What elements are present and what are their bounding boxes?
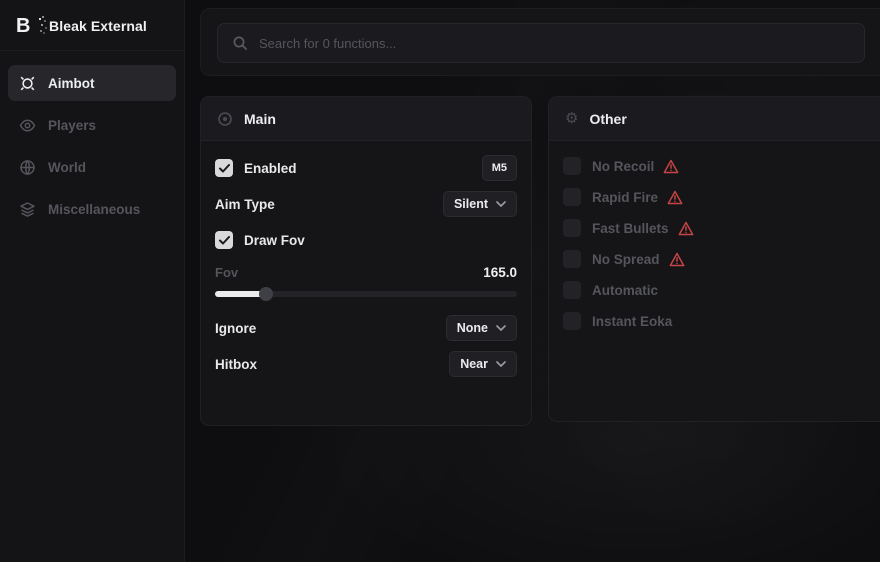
chevron-down-icon [496,361,506,367]
main-panel-body: Enabled M5 Aim Type Silent Draw Fov [201,141,531,397]
hitbox-value: Near [460,357,488,371]
layers-icon [19,201,36,218]
main-panel-title: Main [244,111,276,127]
hitbox-row: Hitbox Near [215,349,517,379]
chevron-down-icon [496,325,506,331]
sidebar-item-world[interactable]: World [8,149,176,185]
other-item-label: No Recoil [592,159,654,174]
crosshair-icon [19,75,36,92]
app-logo-icon: B [16,14,38,38]
fov-slider-thumb[interactable] [259,287,273,301]
eye-icon [19,117,36,134]
other-item-label: Automatic [592,283,658,298]
search-box[interactable] [217,23,865,63]
fov-value: 165.0 [483,265,517,280]
rapid-fire-checkbox[interactable] [563,188,581,206]
sidebar-item-label: Aimbot [48,76,95,91]
globe-icon [19,159,36,176]
warning-icon [667,190,683,205]
draw-fov-row: Draw Fov [215,225,517,255]
warning-icon [663,159,679,174]
search-icon [232,35,248,51]
other-panel-title: Other [589,111,626,127]
other-item-label: No Spread [592,252,660,267]
draw-fov-checkbox[interactable] [215,231,233,249]
no-recoil-checkbox[interactable] [563,157,581,175]
enabled-label: Enabled [244,161,297,176]
enabled-checkbox[interactable] [215,159,233,177]
ignore-dropdown[interactable]: None [446,315,517,341]
other-panel-header: ⚙ Other [549,97,880,141]
main-panel-header: Main [201,97,531,141]
sidebar-item-label: Players [48,118,96,133]
sidebar-item-players[interactable]: Players [8,107,176,143]
sidebar-nav: Aimbot Players World [0,50,184,227]
no-spread-checkbox[interactable] [563,250,581,268]
aim-type-value: Silent [454,197,488,211]
app-title: Bleak External [49,18,147,34]
ignore-row: Ignore None [215,313,517,343]
sidebar-item-miscellaneous[interactable]: Miscellaneous [8,191,176,227]
sidebar-item-aimbot[interactable]: Aimbot [8,65,176,101]
other-item: No Spread [563,246,880,272]
other-item-label: Rapid Fire [592,190,658,205]
other-item: Rapid Fire [563,184,880,210]
sidebar-item-label: Miscellaneous [48,202,140,217]
chevron-down-icon [496,201,506,207]
search-panel [200,8,880,76]
keybind-button[interactable]: M5 [482,155,517,181]
ignore-label: Ignore [215,321,256,336]
app-header: B Bleak External [0,0,184,50]
warning-icon [669,252,685,267]
aim-type-dropdown[interactable]: Silent [443,191,517,217]
draw-fov-label: Draw Fov [244,233,305,248]
sidebar-item-label: World [48,160,86,175]
enabled-row: Enabled M5 [215,153,517,183]
fov-label: Fov [215,265,238,280]
fast-bullets-checkbox[interactable] [563,219,581,237]
gear-icon: ⚙ [565,111,578,126]
other-item: No Recoil [563,153,880,179]
other-item: Instant Eoka [563,308,880,334]
other-panel: ⚙ Other No Recoil Rapid Fire Fast Bul [548,96,880,422]
other-item-label: Fast Bullets [592,221,669,236]
instant-eoka-checkbox[interactable] [563,312,581,330]
hitbox-label: Hitbox [215,357,257,372]
hitbox-dropdown[interactable]: Near [449,351,517,377]
sidebar: B Bleak External Aimbot Players [0,0,185,562]
aim-type-row: Aim Type Silent [215,189,517,219]
search-input[interactable] [259,36,850,51]
fov-row: Fov 165.0 [215,261,517,283]
other-item: Automatic [563,277,880,303]
other-item: Fast Bullets [563,215,880,241]
main-panel: Main Enabled M5 Aim Type Silent [200,96,532,426]
ignore-value: None [457,321,488,335]
target-icon [217,111,233,127]
fov-slider[interactable] [215,285,517,303]
other-panel-body: No Recoil Rapid Fire Fast Bullets [549,141,880,351]
aim-type-label: Aim Type [215,197,275,212]
automatic-checkbox[interactable] [563,281,581,299]
warning-icon [678,221,694,236]
other-item-label: Instant Eoka [592,314,672,329]
content-area: Main Enabled M5 Aim Type Silent [185,0,880,562]
